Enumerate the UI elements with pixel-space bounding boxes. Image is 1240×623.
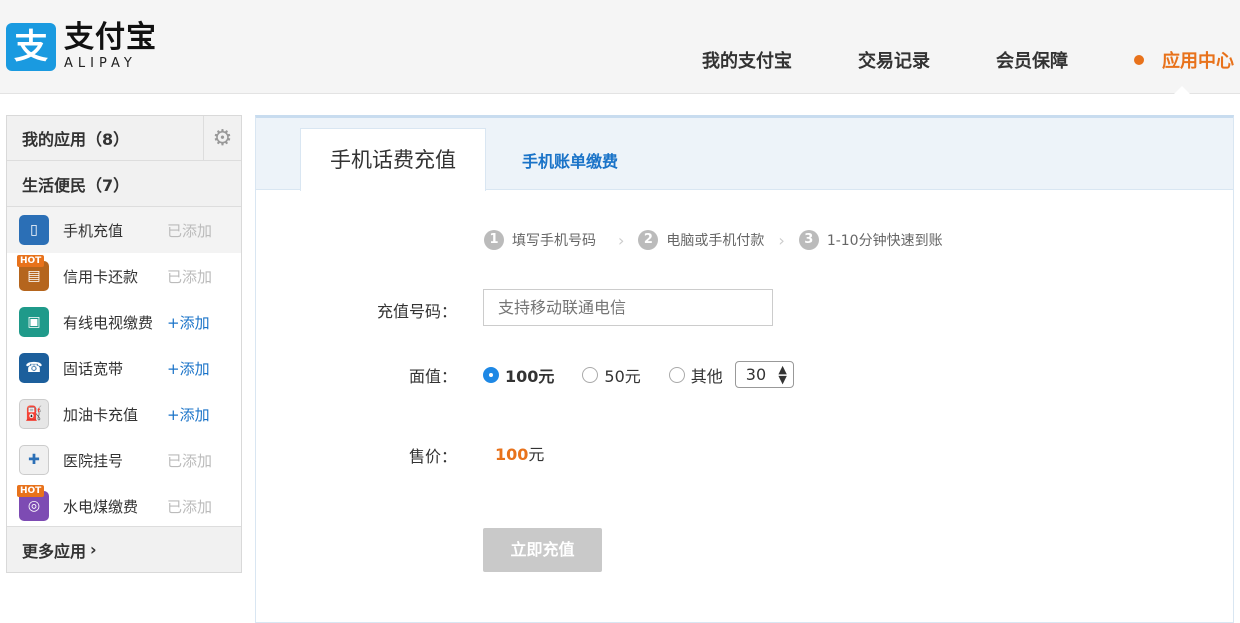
alipay-logo[interactable]: 支 支付宝 ALIPAY xyxy=(6,22,157,71)
chevron-right-icon: › xyxy=(90,540,97,559)
sidebar-app-item[interactable]: ▯ 手机充值 已添加 xyxy=(7,207,241,253)
app-label: 水电煤缴费 xyxy=(63,497,139,516)
nav-my-alipay[interactable]: 我的支付宝 xyxy=(702,47,792,73)
sidebar-app-item[interactable]: ✚ 医院挂号 已添加 xyxy=(7,437,241,483)
price-display: 100元 xyxy=(495,441,544,465)
alipay-logo-icon: 支 xyxy=(6,22,56,71)
phone-icon: ▯ xyxy=(19,215,49,245)
select-updown-icon: ▲ ▼ xyxy=(778,362,787,386)
price-value: 100 xyxy=(495,445,529,464)
added-status: 已添加 xyxy=(167,267,213,286)
app-label: 医院挂号 xyxy=(63,451,124,470)
amount-option-label: 50元 xyxy=(604,366,641,386)
nav-member-protection[interactable]: 会员保障 xyxy=(996,47,1068,73)
app-label: 加油卡充值 xyxy=(63,405,139,424)
add-app-link[interactable]: +添加 xyxy=(167,404,210,425)
logo-text: 支付宝 ALIPAY xyxy=(64,20,157,72)
step-2-number: 2 xyxy=(638,230,659,250)
step-1-number: 1 xyxy=(484,230,504,250)
app-label: 固话宽带 xyxy=(63,359,124,378)
amount-option-50[interactable]: 50元 xyxy=(582,363,641,387)
settings-gear-icon[interactable]: ⚙ xyxy=(203,116,241,160)
amount-option-other[interactable]: 其他 xyxy=(668,363,723,387)
category-header[interactable]: 生活便民（7） xyxy=(7,161,241,207)
nav-app-center-label: 应用中心 xyxy=(1162,51,1234,72)
radio-checked-icon[interactable] xyxy=(483,366,499,383)
add-app-link[interactable]: +添加 xyxy=(167,358,210,379)
step-arrow-icon: › xyxy=(778,230,785,250)
nav-app-center[interactable]: 应用中心 xyxy=(1134,47,1234,73)
logo-english-name: ALIPAY xyxy=(64,56,137,71)
other-amount-value: 30 xyxy=(745,365,767,384)
tv-icon: ▣ xyxy=(19,307,49,337)
app-sidebar: 我的应用（8） ⚙ 生活便民（7） ▯ 手机充值 已添加 ▤ HOT 信用卡还款 已添加 ▣ 有… xyxy=(6,115,242,573)
app-label: 手机充值 xyxy=(63,221,124,240)
hot-badge: HOT xyxy=(17,485,45,497)
step-3-number: 3 xyxy=(798,230,819,250)
sidebar-app-item[interactable]: ◎ HOT 水电煤缴费 已添加 xyxy=(7,483,241,529)
app-label: 信用卡还款 xyxy=(63,267,139,286)
active-nav-caret-icon xyxy=(1174,86,1190,94)
sidebar-app-item[interactable]: ☎ 固话宽带 +添加 xyxy=(7,345,241,391)
sidebar-app-item[interactable]: ⛽ 加油卡充值 +添加 xyxy=(7,391,241,437)
tab-bar: 手机话费充值 手机账单缴费 xyxy=(256,118,1233,191)
progress-steps: 1 填写手机号码 › 2 电脑或手机付款 › 3 1-10分钟快速到账 xyxy=(484,230,943,250)
landline-icon: ☎ xyxy=(19,353,49,383)
logo-chinese-name: 支付宝 xyxy=(64,20,157,55)
step-3-text: 1-10分钟快速到账 xyxy=(826,233,943,249)
phone-number-input[interactable] xyxy=(483,289,773,326)
tab-phone-bill[interactable]: 手机账单缴费 xyxy=(522,148,618,172)
other-amount-select[interactable]: 30 ▲ ▼ xyxy=(734,361,794,388)
app-list: ▯ 手机充值 已添加 ▤ HOT 信用卡还款 已添加 ▣ 有线电视缴费 +添加 ☎ 固话宽带 +添加 ⛽ 加… xyxy=(7,207,241,529)
top-header: 支 支付宝 ALIPAY 我的支付宝 交易记录 会员保障 应用中心 xyxy=(0,0,1240,94)
hospital-icon: ✚ xyxy=(19,445,49,475)
add-app-link[interactable]: +添加 xyxy=(167,312,210,333)
step-arrow-icon: › xyxy=(618,230,625,250)
amount-option-label: 100元 xyxy=(505,366,555,386)
sidebar-app-item[interactable]: ▣ 有线电视缴费 +添加 xyxy=(7,299,241,345)
hot-badge: HOT xyxy=(17,255,45,267)
amount-option-100[interactable]: 100元 xyxy=(483,363,554,387)
nav-transactions[interactable]: 交易记录 xyxy=(858,47,930,73)
phone-number-label: 充值号码： xyxy=(376,302,457,321)
price-label: 售价： xyxy=(408,447,457,466)
more-apps-label: 更多应用 xyxy=(22,541,87,561)
my-apps-title: 我的应用（8） xyxy=(22,130,130,149)
fuel-icon: ⛽ xyxy=(19,399,49,429)
credit-card-icon: ▤ HOT xyxy=(17,255,49,291)
added-status: 已添加 xyxy=(167,451,213,470)
radio-unchecked-icon[interactable] xyxy=(668,366,685,383)
my-apps-header: 我的应用（8） ⚙ xyxy=(7,116,241,161)
more-apps-link[interactable]: 更多应用 › xyxy=(7,526,241,572)
utilities-icon: ◎ HOT xyxy=(17,485,49,521)
amount-radio-group: 100元 50元 其他 30 ▲ ▼ xyxy=(483,361,794,388)
step-1-text: 填写手机号码 xyxy=(512,233,596,249)
recharge-panel: 手机话费充值 手机账单缴费 1 填写手机号码 › 2 电脑或手机付款 › 3 1… xyxy=(255,115,1234,623)
tab-phone-recharge[interactable]: 手机话费充值 xyxy=(300,128,486,191)
step-2-text: 电脑或手机付款 xyxy=(666,233,765,249)
amount-option-label: 其他 xyxy=(690,366,723,386)
added-status: 已添加 xyxy=(167,221,213,240)
price-unit: 元 xyxy=(528,445,545,464)
amount-label: 面值： xyxy=(408,367,457,386)
app-label: 有线电视缴费 xyxy=(63,313,154,332)
active-dot-icon xyxy=(1134,55,1144,65)
recharge-submit-button[interactable]: 立即充值 xyxy=(483,528,602,572)
main-nav: 我的支付宝 交易记录 会员保障 应用中心 xyxy=(636,47,1234,73)
radio-unchecked-icon[interactable] xyxy=(582,366,599,383)
sidebar-app-item[interactable]: ▤ HOT 信用卡还款 已添加 xyxy=(7,253,241,299)
added-status: 已添加 xyxy=(167,497,213,516)
